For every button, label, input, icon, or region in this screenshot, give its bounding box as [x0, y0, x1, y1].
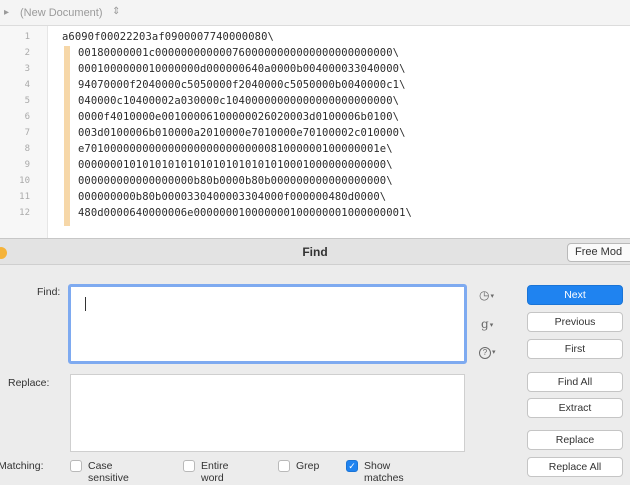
code-line[interactable]: 480d0000640000006e0000000100000001000000… — [78, 207, 412, 219]
next-button[interactable]: Next — [527, 285, 623, 305]
replace-input[interactable] — [70, 374, 465, 452]
line-number: 1 — [24, 32, 30, 42]
extract-button[interactable]: Extract — [527, 398, 623, 418]
find-dialog-title: Find — [302, 245, 328, 259]
show-matches-label[interactable]: Show matches — [364, 460, 404, 484]
show-matches-checkbox[interactable]: ✓ — [346, 460, 358, 472]
replace-label: Replace: — [8, 377, 50, 389]
document-title[interactable]: (New Document) — [20, 7, 103, 19]
grep-checkbox[interactable] — [278, 460, 290, 472]
code-line[interactable]: 000000000000000000b80b0000b80b0000000000… — [78, 175, 393, 187]
line-number: 9 — [24, 160, 30, 170]
line-number: 4 — [24, 80, 30, 90]
line-number: 2 — [24, 48, 30, 58]
clock-history-icon[interactable]: ◷▾ — [479, 288, 494, 302]
find-label: Find: — [37, 286, 61, 298]
code-line[interactable]: 0000000101010101010101010101010100010000… — [78, 159, 393, 171]
case-sensitive-checkbox[interactable] — [70, 460, 82, 472]
line-number: 11 — [19, 192, 30, 202]
code-line[interactable]: 000000000b80b0000330400003304000f0000004… — [78, 191, 386, 203]
find-dialog: Find: ◷▾ g▾ ? ▾ Replace: Next Previous Fi… — [0, 266, 630, 485]
code-line[interactable]: 0000f4010000e00100006100000026020003d010… — [78, 111, 399, 123]
code-line[interactable]: 0001000000010000000d000000640a0000b00400… — [78, 63, 406, 75]
first-button[interactable]: First — [527, 339, 623, 359]
free-mode-button[interactable]: Free Mod — [567, 243, 630, 262]
code-line[interactable]: 00180000001c0000000000007600000000000000… — [78, 47, 399, 59]
line-number: 12 — [19, 208, 30, 218]
line-number: 10 — [19, 176, 30, 186]
code-line[interactable]: 040000c10400002a030000c10400000000000000… — [78, 95, 399, 107]
fold-highlight-bar — [64, 46, 70, 226]
line-number: 5 — [24, 96, 30, 106]
grep-pattern-icon[interactable]: g▾ — [481, 317, 493, 331]
line-number: 3 — [24, 64, 30, 74]
line-number: 8 — [24, 144, 30, 154]
case-sensitive-label[interactable]: Case sensitive — [88, 460, 129, 484]
find-dialog-titlebar: Find Free Mod — [0, 238, 630, 265]
entire-word-label[interactable]: Entire word — [201, 460, 228, 484]
replace-all-button[interactable]: Replace All — [527, 457, 623, 477]
line-number: 7 — [24, 128, 30, 138]
code-line[interactable]: a6090f00022203af0900007740000080\ — [62, 31, 274, 43]
document-menu-arrows-icon[interactable]: ⇕ — [112, 6, 120, 17]
line-number: 6 — [24, 112, 30, 122]
entire-word-checkbox[interactable] — [183, 460, 195, 472]
grep-label[interactable]: Grep — [296, 460, 319, 472]
previous-button[interactable]: Previous — [527, 312, 623, 332]
text-caret — [85, 297, 86, 311]
help-icon[interactable]: ? ▾ — [479, 344, 496, 359]
document-icon[interactable]: ▸ — [4, 7, 14, 18]
replace-button[interactable]: Replace — [527, 430, 623, 450]
editor-area: ▸ (New Document) ⇕ 1 2 3 4 5 6 7 8 9 10 … — [0, 0, 630, 238]
find-input[interactable] — [68, 284, 467, 364]
find-all-button[interactable]: Find All — [527, 372, 623, 392]
code-line[interactable]: e701000000000000000000000000008100000010… — [78, 143, 393, 155]
code-line[interactable]: 003d0100006b010000a2010000e7010000e70100… — [78, 127, 406, 139]
document-bar: ▸ (New Document) ⇕ — [0, 0, 630, 26]
matching-label: Matching: — [0, 460, 44, 472]
code-line[interactable]: 94070000f2040000c5050000f2040000c5050000… — [78, 79, 406, 91]
